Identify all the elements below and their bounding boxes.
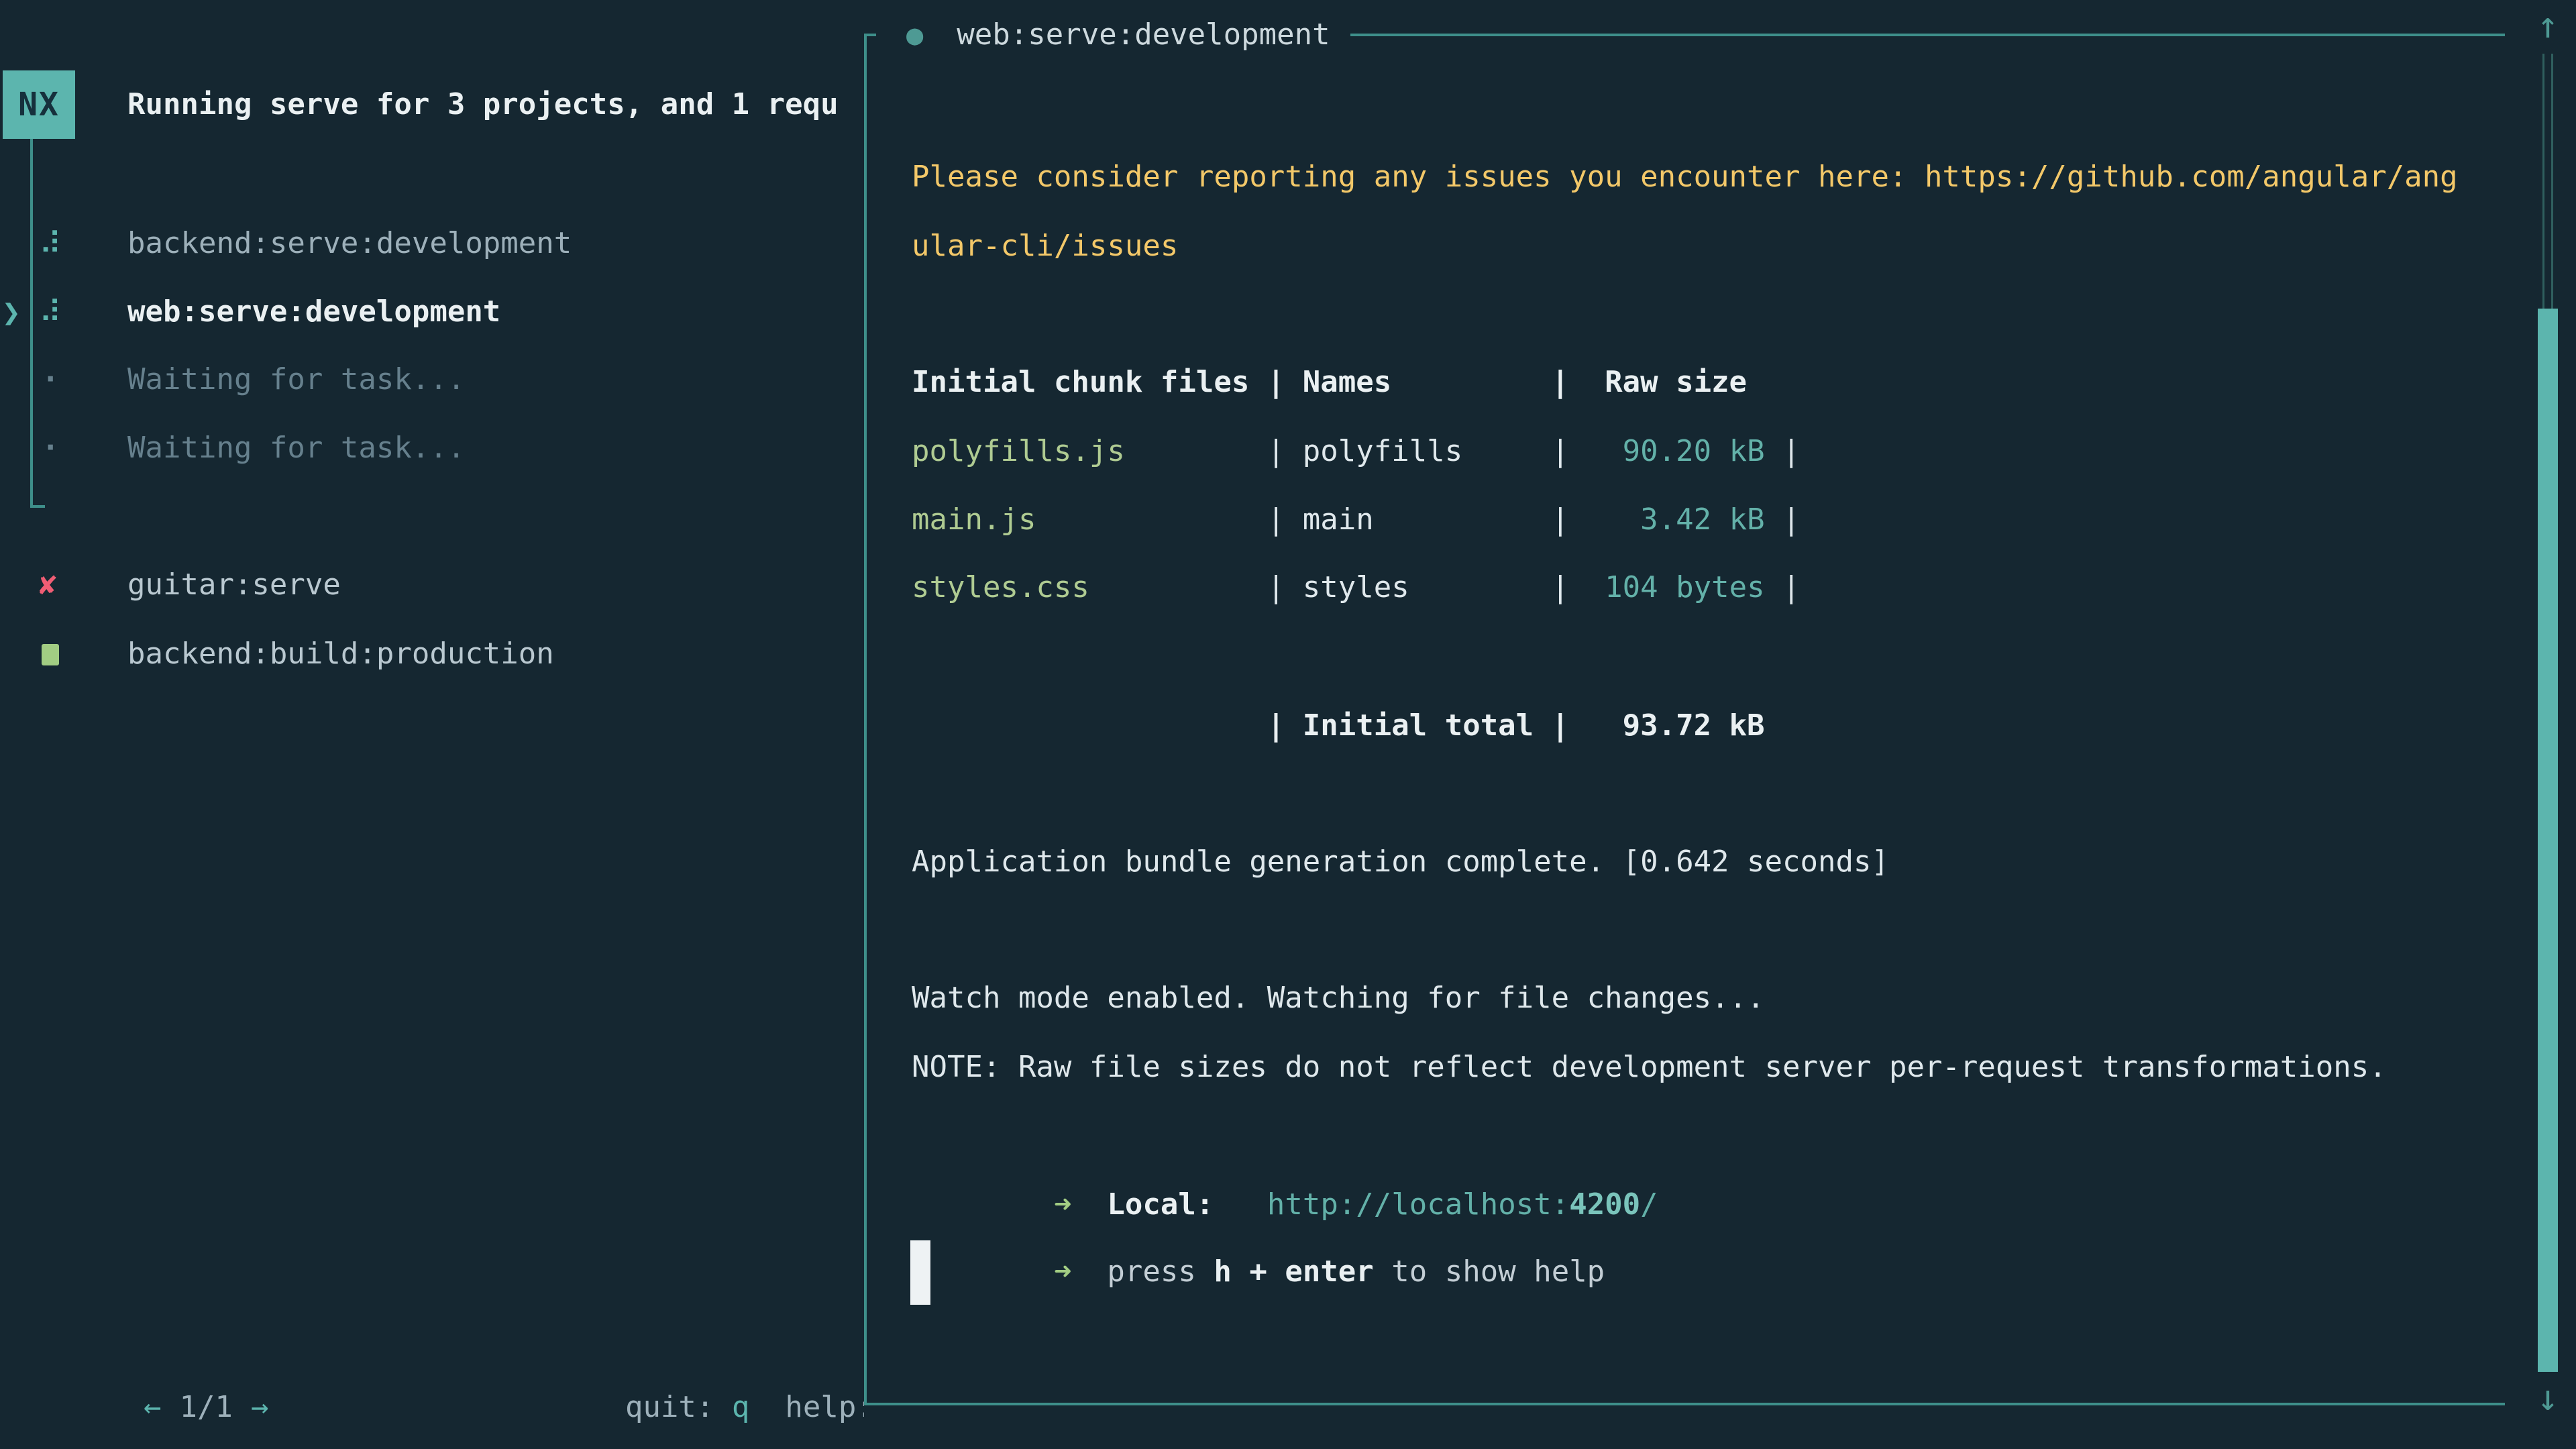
- spinner-icon: ⠼: [39, 278, 62, 346]
- help-hint-line: ➜ press h + enter to show help: [912, 1169, 1605, 1238]
- quit-key: q: [732, 1390, 750, 1424]
- nx-tui-screen: NX Running serve for 3 projects, and 1 r…: [0, 0, 2576, 1449]
- hint-separator: [749, 1390, 785, 1424]
- task-label: Waiting for task...: [127, 345, 465, 414]
- chunk-raw-size: 3.42 kB: [1587, 502, 1765, 537]
- bundle-complete-line: Application bundle generation complete. …: [912, 828, 1889, 896]
- chunk-file-name: main.js: [912, 502, 1267, 537]
- cross-icon: ✘: [39, 551, 57, 619]
- pager: ←1/1→: [37, 1305, 268, 1373]
- task-tree-line-foot: [30, 505, 45, 508]
- column-separator: |: [1267, 434, 1303, 468]
- task-sidebar: NX Running serve for 3 projects, and 1 r…: [0, 0, 864, 1449]
- spinner-icon: ⠼: [39, 209, 62, 278]
- scrollbar-up-icon[interactable]: ↑: [2526, 1, 2569, 50]
- running-status-icon: ●: [906, 1, 923, 69]
- task-label: web:serve:development: [127, 278, 500, 346]
- column-separator: |: [1765, 570, 1801, 604]
- task-label: Waiting for task...: [127, 414, 465, 482]
- output-panel-header: ● web:serve:development: [876, 1, 1350, 69]
- task-item[interactable]: ⠼ backend:serve:development: [0, 209, 864, 278]
- task-item[interactable]: · Waiting for task...: [0, 345, 864, 414]
- column-separator: |: [1765, 434, 1801, 468]
- quit-hint-label: quit:: [625, 1390, 732, 1424]
- task-item[interactable]: · Waiting for task...: [0, 414, 864, 482]
- issue-notice-line-1: Please consider reporting any issues you…: [912, 143, 2458, 211]
- watch-mode-line: Watch mode enabled. Watching for file ch…: [912, 964, 1765, 1032]
- arrow-icon: ➜: [1054, 1254, 1072, 1289]
- scrollbar-thumb[interactable]: [2538, 309, 2558, 1372]
- square-icon: [42, 644, 59, 665]
- help-hint-label: help:: [785, 1390, 864, 1424]
- local-url-line: ➜ Local: http://localhost:4200/: [912, 1102, 1658, 1171]
- task-label: guitar:serve: [127, 551, 341, 619]
- run-summary-title: Running serve for 3 projects, and 1 requ: [127, 70, 839, 139]
- output-panel-title: web:serve:development: [957, 1, 1330, 69]
- gap: [1071, 1254, 1107, 1289]
- chunk-name: styles: [1303, 570, 1552, 604]
- task-label: backend:serve:development: [127, 209, 572, 278]
- column-separator: |: [1267, 570, 1303, 604]
- column-separator: |: [1765, 502, 1801, 537]
- issue-notice-line-2: ular-cli/issues: [912, 212, 1178, 280]
- dot-icon: ·: [42, 414, 60, 482]
- task-item[interactable]: backend:build:production: [0, 620, 864, 688]
- page-indicator: 1/1: [179, 1390, 232, 1424]
- keyboard-hints: quit: q help: ?: [519, 1305, 864, 1373]
- chunk-raw-size: 90.20 kB: [1587, 434, 1765, 468]
- column-separator: |: [1267, 502, 1303, 537]
- pager-next-icon[interactable]: →: [251, 1390, 269, 1424]
- pager-prev-icon[interactable]: ←: [144, 1390, 162, 1424]
- terminal-cursor: [910, 1240, 930, 1305]
- dot-icon: ·: [42, 345, 60, 414]
- task-item[interactable]: ✘ guitar:serve: [0, 551, 864, 619]
- chunk-name: main: [1303, 502, 1552, 537]
- chunk-table-total-row: | Initial total | 93.72 kB: [912, 692, 1765, 760]
- task-item[interactable]: ❯ ⠼ web:serve:development: [0, 278, 864, 346]
- column-separator: |: [1552, 434, 1587, 468]
- task-label: backend:build:production: [127, 620, 554, 688]
- chunk-table-row: styles.css | styles | 104 bytes |: [912, 553, 1801, 622]
- chunk-file-name: styles.css: [912, 570, 1267, 604]
- chunk-file-name: polyfills.js: [912, 434, 1267, 468]
- chunk-raw-size: 104 bytes: [1587, 570, 1765, 604]
- chunk-name: polyfills: [1303, 434, 1552, 468]
- help-suffix-text: to show help: [1374, 1254, 1605, 1289]
- selected-pointer-icon: ❯: [2, 278, 21, 346]
- column-separator: |: [1552, 502, 1587, 537]
- press-text: press: [1107, 1254, 1214, 1289]
- scrollbar-down-icon[interactable]: ↓: [2526, 1374, 2569, 1422]
- nx-logo: NX: [3, 70, 75, 139]
- initial-total-text: | Initial total | 93.72 kB: [912, 708, 1765, 743]
- help-key-combo: h + enter: [1214, 1254, 1373, 1289]
- column-separator: |: [1552, 570, 1587, 604]
- chunk-table-row: polyfills.js | polyfills | 90.20 kB |: [912, 417, 1801, 486]
- note-line: NOTE: Raw file sizes do not reflect deve…: [912, 1033, 2387, 1102]
- chunk-table-header: Initial chunk files | Names | Raw size: [912, 348, 1747, 417]
- chunk-table-row: main.js | main | 3.42 kB |: [912, 486, 1801, 554]
- chunk-table-header-text: Initial chunk files | Names | Raw size: [912, 365, 1747, 399]
- indent: [1018, 1254, 1054, 1289]
- task-output-panel: ● web:serve:development Please consider …: [864, 34, 2505, 1405]
